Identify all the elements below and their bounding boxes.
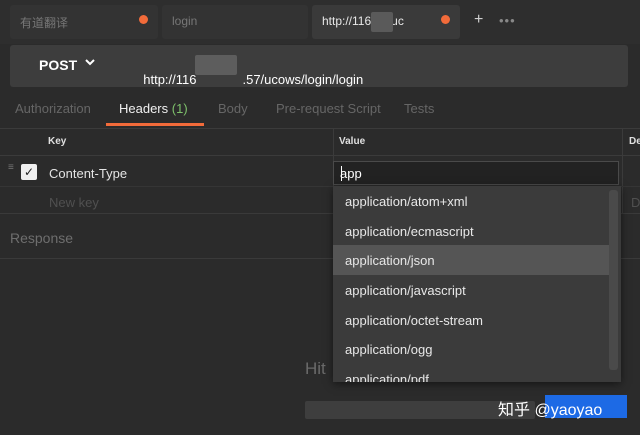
tab-authorization[interactable]: Authorization (15, 101, 91, 116)
autocomplete-option[interactable]: application/javascript (333, 275, 609, 305)
method-selector[interactable]: POST (39, 57, 77, 73)
tab-label: 有道翻译 (20, 16, 69, 30)
column-key-header: Key (48, 136, 67, 147)
zhihu-logo: 知乎 (498, 402, 531, 419)
autocomplete-option[interactable]: application/octet-stream (333, 305, 609, 335)
redaction-mask (195, 55, 237, 75)
url-prefix: http://116 (143, 72, 197, 87)
column-description-header: De (629, 136, 640, 147)
url-input[interactable]: http://116 .57/ucows/login/login (136, 57, 363, 87)
autocomplete-option[interactable]: application/ogg (333, 334, 609, 364)
url-suffix: .57/ucows/login/login (242, 72, 364, 87)
new-key-input[interactable]: New key (49, 195, 99, 210)
autocomplete-option[interactable]: application/atom+xml (333, 186, 609, 216)
drag-handle-icon[interactable]: ≡ (8, 163, 14, 173)
tab-label: login (172, 14, 198, 28)
headers-count-badge: (1) (171, 101, 188, 116)
column-value-header: Value (339, 136, 366, 147)
text-caret (341, 166, 342, 181)
more-tabs-icon[interactable]: ••• (499, 13, 516, 28)
autocomplete-dropdown: application/atom+xml application/ecmascr… (333, 186, 621, 382)
tab-headers[interactable]: Headers (1) (119, 101, 188, 116)
autocomplete-option[interactable]: application/ecmascript (333, 216, 609, 246)
dropdown-scrollbar[interactable] (609, 190, 618, 370)
tab-prerequest-script[interactable]: Pre-request Script (276, 101, 381, 116)
tab-body[interactable]: Body (218, 101, 248, 116)
watermark: 知乎 @yaoyao (498, 396, 602, 420)
autocomplete-option-selected[interactable]: application/json (333, 245, 609, 275)
active-tab-indicator (106, 123, 204, 126)
header-key-cell[interactable]: Content-Type (49, 166, 127, 181)
watermark-handle: @yaoyao (534, 402, 603, 419)
response-label: Response (10, 230, 74, 246)
header-value-text: app (340, 166, 362, 181)
unsaved-dot-icon (441, 15, 450, 24)
autocomplete-option[interactable]: application/pdf (333, 364, 609, 382)
redaction-mask (371, 12, 393, 32)
tab-youdao[interactable]: 有道翻译 (10, 5, 158, 39)
new-tab-button[interactable]: + (474, 11, 483, 29)
new-description-input[interactable]: D (631, 195, 640, 210)
headers-table-header (0, 128, 640, 156)
tab-login[interactable]: login (162, 5, 308, 39)
tab-tests[interactable]: Tests (404, 101, 434, 116)
chevron-down-icon[interactable] (84, 55, 96, 71)
header-value-input[interactable] (333, 161, 619, 185)
tab-headers-label: Headers (119, 101, 169, 116)
row-enabled-checkbox[interactable]: ✓ (21, 164, 37, 180)
unsaved-dot-icon (139, 15, 148, 24)
response-hint: Hit (305, 359, 326, 378)
